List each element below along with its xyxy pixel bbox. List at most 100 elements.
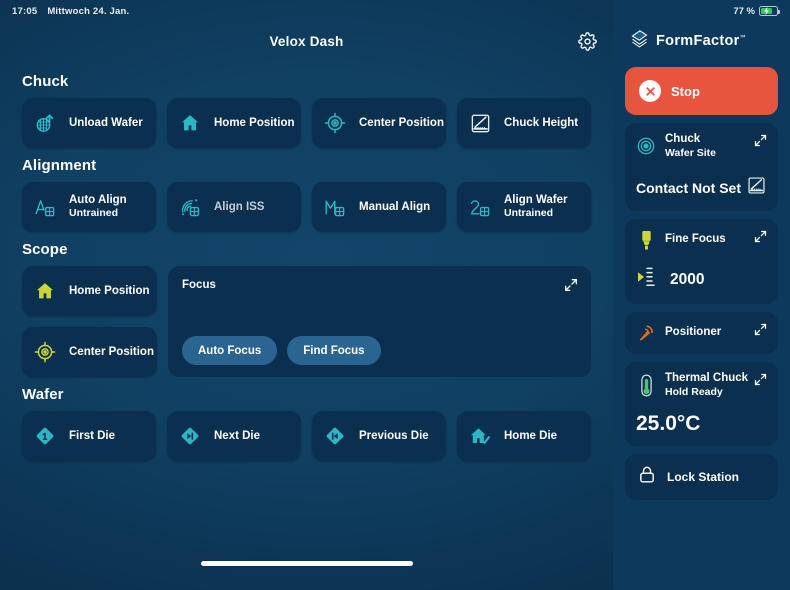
- focus-scale-icon: [636, 265, 662, 294]
- home-die-icon: [467, 423, 493, 449]
- tile-chuck-home-position[interactable]: Home Position: [167, 98, 301, 148]
- manual-align-icon: [322, 194, 348, 220]
- chuck-button-row: Unload Wafer Home Position Center Positi…: [22, 98, 591, 148]
- tile-previous-die[interactable]: Previous Die: [312, 411, 446, 461]
- battery-percent-label: 77 %: [733, 5, 755, 17]
- lock-station-button[interactable]: Lock Station: [625, 454, 778, 500]
- height-gauge-icon: [467, 110, 493, 136]
- next-die-icon: [177, 423, 203, 449]
- tile-unload-wafer[interactable]: Unload Wafer: [22, 98, 156, 148]
- focus-actions: Auto Focus Find Focus: [182, 336, 381, 365]
- tile-label: Previous Die: [359, 429, 429, 442]
- tile-scope-home-position[interactable]: Home Position: [22, 266, 157, 316]
- wafer-button-row: First Die Next Die Previous Die Home Die: [22, 411, 591, 461]
- focus-card[interactable]: Focus Auto Focus Find Focus: [168, 266, 591, 377]
- fine-focus-card[interactable]: Fine Focus 2000: [625, 219, 778, 304]
- tile-first-die[interactable]: First Die: [22, 411, 156, 461]
- dashboard-content: Chuck Unload Wafer Home Position Center …: [0, 60, 613, 461]
- padlock-icon: [637, 464, 657, 490]
- tile-label: Home Position: [214, 116, 295, 129]
- fine-focus-value-row: 2000: [636, 265, 767, 294]
- tile-align-iss[interactable]: Align ISS: [167, 182, 301, 232]
- align-wafer-icon: [467, 194, 493, 220]
- tile-label: Auto Align: [69, 194, 127, 207]
- focus-card-title: Focus: [182, 279, 216, 291]
- tile-manual-align[interactable]: Manual Align: [312, 182, 446, 232]
- tile-chuck-height[interactable]: Chuck Height: [457, 98, 591, 148]
- home-icon: [32, 278, 58, 304]
- chuck-card-header: Chuck Wafer Site: [636, 133, 767, 159]
- tile-label-group: Auto Align Untrained: [69, 194, 127, 220]
- tile-sublabel: Untrained: [504, 207, 554, 220]
- contact-status-row: Contact Not Set: [636, 175, 767, 201]
- first-die-icon: [32, 423, 58, 449]
- concentric-target-icon: [636, 135, 656, 157]
- expand-arrows-icon[interactable]: [753, 322, 768, 337]
- positioner-card[interactable]: Positioner: [625, 312, 778, 354]
- scope-button-column: Home Position Center Position: [22, 266, 157, 377]
- brand-logo: FormFactor™: [625, 22, 778, 60]
- thermometer-icon: [636, 374, 656, 396]
- crosshair-target-icon: [322, 110, 348, 136]
- tile-auto-align[interactable]: Auto Align Untrained: [22, 182, 156, 232]
- app-header: Velox Dash: [0, 22, 613, 60]
- crosshair-target-icon: [32, 339, 58, 365]
- tile-label-group: Unload Wafer: [69, 117, 143, 130]
- thermal-card-title: Thermal Chuck: [665, 372, 749, 384]
- tile-align-wafer[interactable]: Align Wafer Untrained: [457, 182, 591, 232]
- main-pane: 17:05 Mittwoch 24. Jan. Velox Dash Chuck: [0, 0, 613, 590]
- contact-status-label: Contact Not Set: [636, 180, 741, 196]
- sidebar-status-bar: 77 %: [625, 0, 780, 22]
- tile-label-group: Chuck Height: [504, 117, 578, 130]
- tile-label: Next Die: [214, 429, 261, 442]
- lock-station-label: Lock Station: [667, 470, 740, 484]
- expand-arrows-icon[interactable]: [753, 229, 768, 244]
- stop-x-icon: [639, 80, 661, 102]
- auto-focus-button[interactable]: Auto Focus: [182, 336, 278, 365]
- thermal-card-subtitle: Hold Ready: [665, 385, 723, 398]
- page-title: Velox Dash: [269, 33, 344, 49]
- formfactor-logo-icon: [629, 28, 650, 54]
- tile-home-die[interactable]: Home Die: [457, 411, 591, 461]
- tile-label: Manual Align: [359, 200, 431, 213]
- brand-label: FormFactor: [656, 33, 740, 49]
- tile-scope-center-position[interactable]: Center Position: [22, 327, 157, 377]
- thermal-card-titles: Thermal Chuck Hold Ready: [665, 372, 748, 398]
- tile-next-die[interactable]: Next Die: [167, 411, 301, 461]
- tile-label-group: Home Position: [214, 116, 295, 130]
- thermal-chuck-card[interactable]: Thermal Chuck Hold Ready 25.0°C: [625, 362, 778, 446]
- expand-arrows-icon[interactable]: [753, 372, 768, 387]
- fine-focus-card-title: Fine Focus: [665, 233, 726, 246]
- height-gauge-icon[interactable]: [746, 175, 767, 201]
- gear-icon[interactable]: [575, 29, 599, 53]
- chuck-status-card[interactable]: Chuck Wafer Site Contact Not Set: [625, 123, 778, 211]
- expand-arrows-icon[interactable]: [753, 133, 768, 148]
- tile-label: Home Position: [69, 284, 150, 297]
- tile-label: Home Die: [504, 429, 558, 442]
- tile-label-group: Align ISS: [214, 201, 264, 214]
- positioner-probe-icon: [636, 322, 656, 344]
- sidebar: 77 % FormFactor™ Stop Chuck Wafer Site C…: [613, 0, 790, 590]
- tile-label-group: Manual Align: [359, 201, 430, 214]
- thermal-temperature-value: 25.0°C: [636, 412, 701, 435]
- tile-label: Center Position: [69, 345, 154, 358]
- find-focus-button[interactable]: Find Focus: [287, 336, 381, 365]
- home-icon: [177, 110, 203, 136]
- status-bar-time: 17:05: [12, 5, 38, 17]
- tile-label: Center Position: [359, 116, 444, 129]
- status-bar: 17:05 Mittwoch 24. Jan.: [0, 0, 613, 22]
- fine-focus-value: 2000: [670, 270, 705, 288]
- thermal-card-header: Thermal Chuck Hold Ready: [636, 372, 767, 398]
- chuck-card-titles: Chuck Wafer Site: [665, 133, 716, 159]
- tile-chuck-center-position[interactable]: Center Position: [312, 98, 446, 148]
- tile-label-group: Next Die: [214, 430, 260, 443]
- previous-die-icon: [322, 423, 348, 449]
- tile-label-group: Home Die: [504, 430, 557, 443]
- expand-arrows-icon[interactable]: [563, 277, 579, 293]
- tile-label: Unload Wafer: [69, 116, 143, 129]
- fine-focus-card-header: Fine Focus: [636, 229, 767, 251]
- trademark-symbol: ™: [739, 35, 746, 42]
- chuck-card-title: Chuck: [665, 133, 701, 145]
- stop-button[interactable]: Stop: [625, 67, 778, 115]
- battery-charging-icon: [759, 6, 780, 16]
